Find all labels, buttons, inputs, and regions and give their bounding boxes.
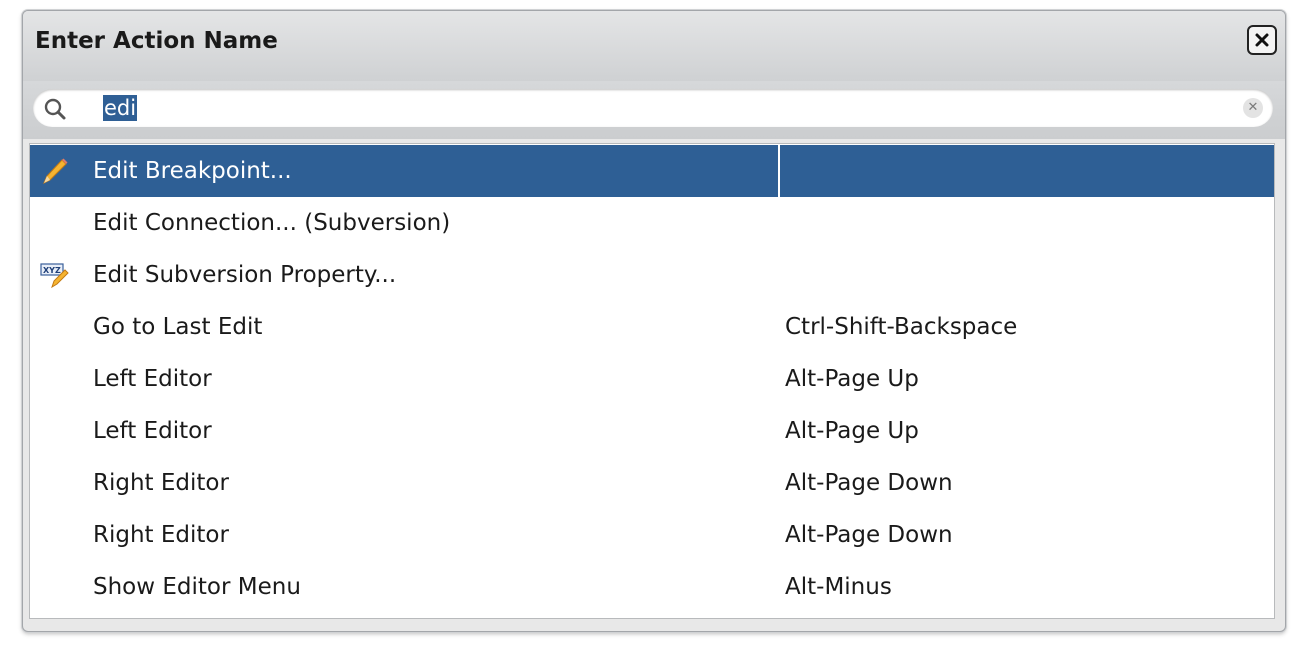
- list-item-shortcut: Alt-Page Up: [785, 418, 919, 444]
- search-input-text[interactable]: edi: [103, 95, 138, 121]
- close-button[interactable]: [1247, 25, 1277, 55]
- list-item[interactable]: Left Editor Alt-Page Up: [30, 405, 1274, 457]
- dialog-title: Enter Action Name: [35, 28, 278, 54]
- list-item-shortcut: Alt-Minus: [785, 574, 892, 600]
- clear-search-button[interactable]: ✕: [1243, 98, 1263, 118]
- list-item[interactable]: Go to Last Edit Ctrl-Shift-Backspace: [30, 301, 1274, 353]
- list-item-shortcut: Alt-Page Up: [785, 366, 919, 392]
- svg-text:XYZ: XYZ: [43, 266, 61, 275]
- close-icon: [1255, 33, 1269, 47]
- edit-property-icon: XYZ: [40, 263, 69, 289]
- list-item-label: Left Editor: [93, 366, 212, 392]
- column-divider: [778, 145, 780, 197]
- list-item[interactable]: XYZ Edit Subversion Property...: [30, 249, 1274, 301]
- list-item-label: Right Editor: [93, 470, 229, 496]
- dialog-titlebar: Enter Action Name: [23, 11, 1285, 81]
- list-item-label: Edit Connection... (Subversion): [93, 210, 451, 236]
- list-item-label: Go to Last Edit: [93, 314, 263, 340]
- list-item[interactable]: Show Editor Menu Alt-Minus: [30, 561, 1274, 613]
- list-item-shortcut: Alt-Page Down: [785, 522, 953, 548]
- list-item[interactable]: Edit Connection... (Subversion): [30, 197, 1274, 249]
- action-list[interactable]: Edit Breakpoint... Edit Connection... (S…: [29, 143, 1275, 619]
- pencil-icon: [43, 158, 68, 185]
- list-item-shortcut: Alt-Page Down: [785, 470, 953, 496]
- list-item[interactable]: Edit Breakpoint...: [30, 145, 1274, 197]
- list-item-label: Edit Breakpoint...: [93, 158, 292, 184]
- enter-action-dialog: Enter Action Name edi ✕ Edit Breakpoint.…: [22, 10, 1286, 632]
- search-icon: [44, 98, 66, 120]
- search-bar: edi ✕: [23, 81, 1285, 139]
- list-item[interactable]: Right Editor Alt-Page Down: [30, 509, 1274, 561]
- list-item-label: Right Editor: [93, 522, 229, 548]
- clear-icon: ✕: [1247, 100, 1259, 115]
- list-item-shortcut: Ctrl-Shift-Backspace: [785, 314, 1018, 340]
- list-item-label: Left Editor: [93, 418, 212, 444]
- list-item-label: Show Editor Menu: [93, 574, 301, 600]
- list-item-label: Edit Subversion Property...: [93, 262, 397, 288]
- list-item[interactable]: Right Editor Alt-Page Down: [30, 457, 1274, 509]
- list-item[interactable]: Left Editor Alt-Page Up: [30, 353, 1274, 405]
- search-input[interactable]: edi ✕: [33, 89, 1273, 127]
